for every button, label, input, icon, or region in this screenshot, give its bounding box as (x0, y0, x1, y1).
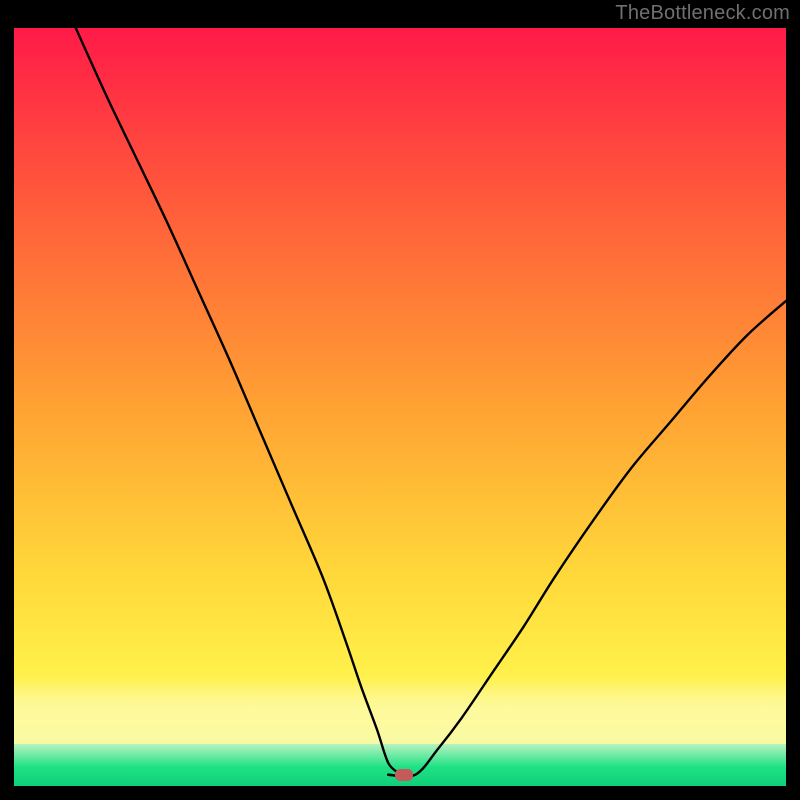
chart-frame: TheBottleneck.com (0, 0, 800, 800)
plot-area (14, 28, 786, 786)
bottleneck-marker (395, 769, 413, 781)
watermark-text: TheBottleneck.com (615, 2, 790, 25)
curve-path (76, 28, 786, 777)
bottleneck-curve (14, 28, 786, 786)
